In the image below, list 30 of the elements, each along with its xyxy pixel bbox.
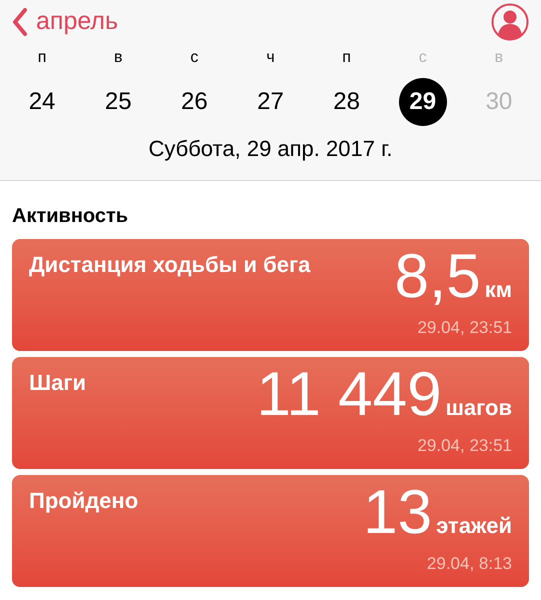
profile-icon[interactable] — [491, 3, 529, 41]
chevron-left-icon — [12, 8, 28, 36]
weekday-label: с — [190, 48, 198, 68]
metric-value: 8,5 — [394, 243, 481, 311]
card-title: Шаги — [29, 369, 86, 397]
day-button[interactable]: 26 — [170, 78, 218, 126]
timestamp: 29.04, 23:51 — [417, 435, 512, 457]
metric-unit: км — [484, 279, 512, 301]
selected-date: Суббота, 29 апр. 2017 г. — [147, 135, 394, 163]
weekday-label: п — [38, 48, 46, 68]
metric-value: 11 449 — [256, 361, 442, 429]
metric-unit: шагов — [446, 397, 512, 419]
day-button[interactable]: 25 — [94, 78, 142, 126]
day-button[interactable]: 28 — [322, 78, 371, 126]
timestamp: 29.04, 8:13 — [426, 553, 512, 575]
metric-unit: этажей — [436, 515, 512, 537]
day-button[interactable]: 24 — [18, 78, 66, 126]
day-button[interactable]: 29 — [398, 78, 447, 126]
weekday-label: с — [418, 48, 427, 68]
card-title: Пройдено — [29, 487, 138, 515]
weekday-label: в — [494, 48, 504, 68]
metric-value: 13 — [363, 479, 432, 547]
card-title: Дистанция ходьбы и бега — [29, 251, 310, 279]
timestamp: 29.04, 23:51 — [417, 317, 512, 339]
section-title: Активность — [11, 204, 130, 229]
weekday-label: ч — [266, 48, 275, 68]
day-button[interactable]: 27 — [246, 78, 294, 126]
weekday-label: п — [342, 48, 351, 68]
back-button[interactable]: апрель — [12, 3, 118, 41]
weekday-label: в — [114, 48, 122, 68]
